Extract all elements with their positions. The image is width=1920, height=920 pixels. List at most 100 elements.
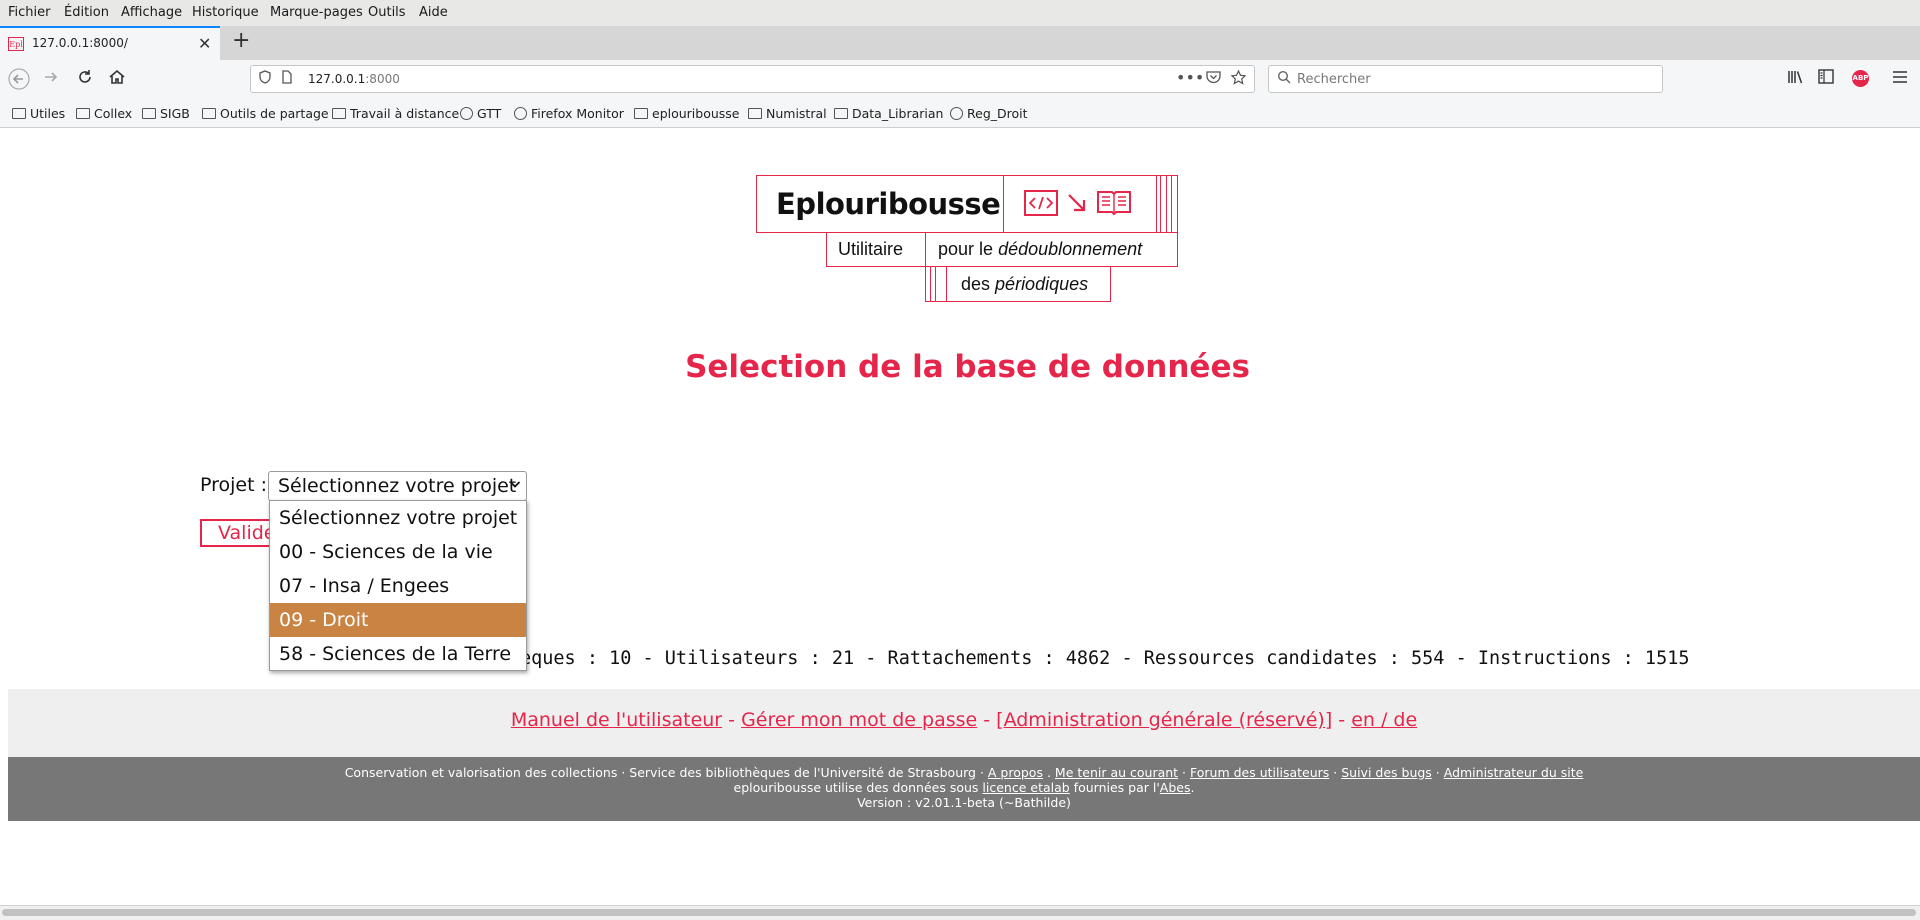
search-bar[interactable]: Rechercher (1268, 65, 1663, 93)
logo-deco-box (935, 266, 947, 302)
logo-deco-box (1166, 175, 1172, 233)
horizontal-scrollbar[interactable] (0, 905, 1920, 920)
folder-icon (634, 108, 648, 119)
stats-line: eques : 10 - Utilisateurs : 21 - Rattach… (520, 648, 1690, 669)
menu-affichage[interactable]: Affichage (121, 5, 182, 20)
folder-icon (202, 108, 216, 119)
bugs-link[interactable]: Suivi des bugs (1341, 765, 1432, 780)
globe-icon (950, 107, 963, 120)
app-logo: Eplouribousse Utilitaire pour le dédoubl… (756, 175, 1178, 305)
dropdown-option[interactable]: Sélectionnez votre projet (270, 501, 526, 535)
bookmark-folder[interactable]: Collex (76, 106, 132, 121)
folder-icon (76, 108, 90, 119)
menu-fichier[interactable]: Fichier (8, 5, 51, 20)
projet-dropdown-list: Sélectionnez votre projet 00 - Sciences … (269, 500, 527, 671)
menu-aide[interactable]: Aide (419, 5, 448, 20)
bookmark-folder[interactable]: Utiles (12, 106, 65, 121)
logo-title: Eplouribousse (776, 187, 1001, 221)
code-icon (1024, 190, 1058, 220)
back-icon[interactable] (8, 68, 30, 95)
footer-line-1: Conservation et valorisation des collect… (344, 765, 1584, 780)
bookmark-star-icon[interactable] (1230, 69, 1247, 89)
forward-icon[interactable] (42, 68, 60, 91)
logo-des-periodiques: des périodiques (961, 274, 1089, 294)
link-separator: - (977, 709, 997, 731)
language-link[interactable]: en / de (1351, 709, 1417, 731)
tab-strip: Epl 127.0.0.1:8000/ ✕ + (0, 26, 1920, 60)
favicon-icon: Epl (8, 37, 24, 51)
link-separator: - (1332, 709, 1352, 731)
globe-icon (460, 107, 473, 120)
bookmark-folder[interactable]: Travail à distance (332, 106, 459, 121)
more-actions-icon[interactable]: ••• (1176, 68, 1204, 87)
bookmark-folder[interactable]: eplouribousse (634, 106, 740, 121)
url-bar[interactable]: 127.0.0.1:8000 ••• (250, 65, 1255, 93)
menu-historique[interactable]: Historique (192, 5, 259, 20)
bookmark-folder[interactable]: Outils de partage (202, 106, 329, 121)
footer-version: Version : v2.01.1-beta (~Bathilde) (857, 795, 1071, 810)
site-admin-link[interactable]: Administrateur du site (1444, 765, 1584, 780)
footer-line-2: eplouribousse utilise des données sous l… (733, 780, 1195, 795)
logo-pour-le: pour le dédoublonnement (938, 239, 1143, 259)
pocket-icon[interactable] (1206, 70, 1221, 88)
reload-icon[interactable] (76, 68, 94, 91)
bookmark-folder[interactable]: Data_Librarian (834, 106, 943, 121)
page-icon[interactable] (281, 70, 293, 88)
globe-icon (514, 107, 527, 120)
bookmarks-toolbar: Utiles Collex SIGB Outils de partage Tra… (0, 98, 1920, 128)
menu-bar: Fichier Édition Affichage Historique Mar… (0, 0, 1920, 26)
menu-outils[interactable]: Outils (368, 5, 406, 20)
footer-links: Manuel de l'utilisateur - Gérer mon mot … (8, 709, 1920, 731)
user-manual-link[interactable]: Manuel de l'utilisateur (511, 709, 722, 731)
projet-select-value: Sélectionnez votre projet (278, 475, 517, 497)
book-icon (1096, 188, 1132, 220)
hamburger-menu-icon[interactable] (1892, 69, 1908, 88)
arrow-down-right-icon (1066, 192, 1088, 218)
licence-link[interactable]: licence etalab (982, 780, 1069, 795)
search-icon (1277, 70, 1291, 88)
folder-icon (748, 108, 762, 119)
adblock-icon[interactable]: ABP (1852, 70, 1869, 87)
chevron-down-icon (509, 475, 521, 497)
newsletter-link[interactable]: Me tenir au courant (1055, 765, 1178, 780)
password-link[interactable]: Gérer mon mot de passe (741, 709, 977, 731)
menu-marque-pages[interactable]: Marque-pages (270, 5, 363, 20)
logo-utilitaire: Utilitaire (838, 239, 904, 259)
url-text: 127.0.0.1:8000 (308, 72, 400, 86)
scrollbar-thumb[interactable] (2, 909, 1916, 916)
abes-link[interactable]: Abes (1160, 780, 1191, 795)
bookmark-folder[interactable]: Numistral (748, 106, 827, 121)
nav-bar: 127.0.0.1:8000 ••• Rechercher ABP (0, 60, 1920, 98)
bookmark-link[interactable]: GTT (460, 106, 501, 121)
folder-icon (142, 108, 156, 119)
bookmark-link[interactable]: Firefox Monitor (514, 106, 624, 121)
footer: Conservation et valorisation des collect… (8, 757, 1920, 821)
dropdown-option[interactable]: 58 - Sciences de la Terre (270, 637, 526, 671)
search-input[interactable]: Rechercher (1297, 72, 1371, 87)
folder-icon (332, 108, 346, 119)
browser-tab[interactable]: Epl 127.0.0.1:8000/ ✕ (0, 26, 220, 60)
tab-title: 127.0.0.1:8000/ (32, 36, 128, 50)
forum-link[interactable]: Forum des utilisateurs (1190, 765, 1329, 780)
close-tab-icon[interactable]: ✕ (198, 34, 211, 53)
links-band: Manuel de l'utilisateur - Gérer mon mot … (8, 689, 1920, 757)
library-icon[interactable] (1787, 69, 1804, 89)
folder-icon (834, 108, 848, 119)
link-separator: - (722, 709, 742, 731)
bookmark-link[interactable]: Reg_Droit (950, 106, 1028, 121)
admin-link[interactable]: [Administration générale (réservé)] (996, 709, 1332, 731)
projet-select[interactable]: Sélectionnez votre projet (268, 471, 527, 501)
dropdown-option-highlighted[interactable]: 09 - Droit (270, 603, 526, 637)
about-link[interactable]: A propos (988, 765, 1043, 780)
home-icon[interactable] (108, 68, 126, 91)
projet-label: Projet : (200, 474, 268, 496)
page-title: Selection de la base de données (685, 349, 1250, 385)
folder-icon (12, 108, 26, 119)
menu-edition[interactable]: Édition (64, 5, 109, 20)
dropdown-option[interactable]: 07 - Insa / Engees (270, 569, 526, 603)
dropdown-option[interactable]: 00 - Sciences de la vie (270, 535, 526, 569)
sidebar-icon[interactable] (1818, 69, 1834, 88)
shield-icon[interactable] (259, 70, 271, 88)
bookmark-folder[interactable]: SIGB (142, 106, 190, 121)
new-tab-button[interactable]: + (232, 28, 250, 53)
